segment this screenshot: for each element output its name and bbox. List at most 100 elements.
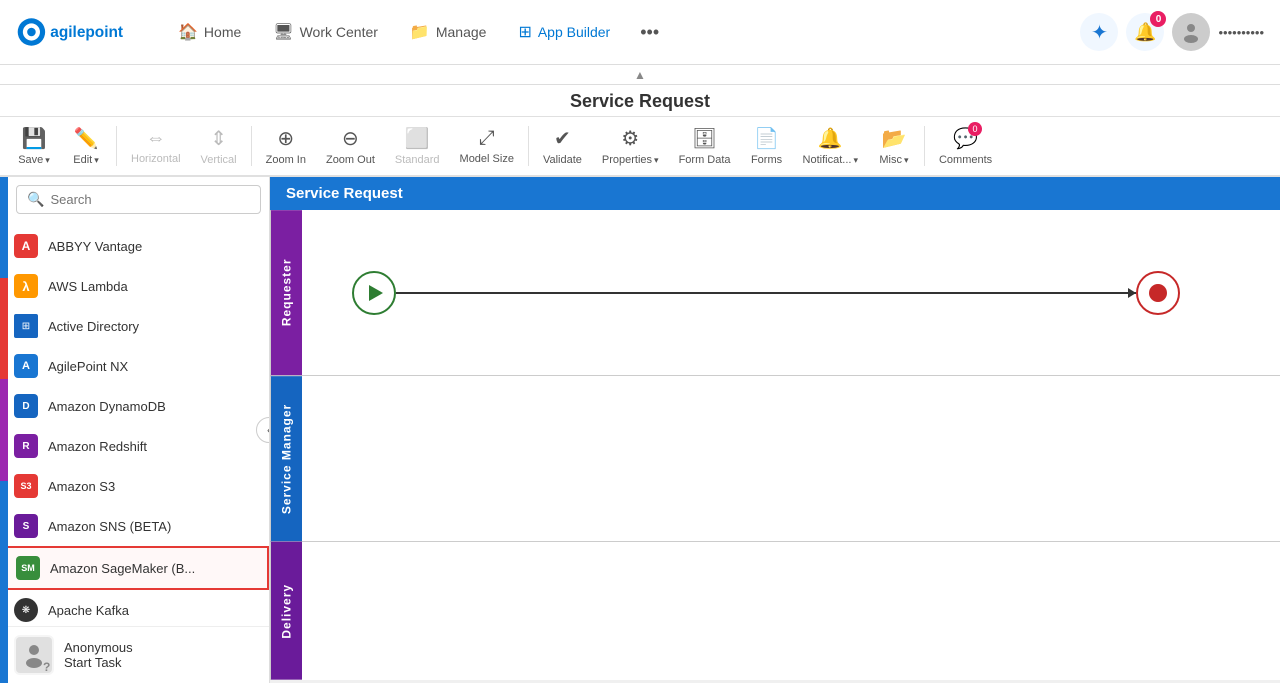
edit-icon: ✏️	[74, 126, 99, 151]
sns-icon: S	[14, 514, 38, 538]
misc-icon: 📂	[882, 126, 907, 151]
swim-lane-service-manager: Service Manager	[270, 376, 1280, 542]
color-bar-blue2	[0, 481, 8, 582]
zoom-out-button[interactable]: ⊖ Zoom Out	[316, 120, 385, 172]
nav-right: ✦ 🔔 0 ••••••••••	[1080, 13, 1264, 51]
redshift-icon: R	[14, 434, 38, 458]
forms-icon: 📄	[754, 126, 779, 151]
sidebar-item-redshift[interactable]: R Amazon Redshift	[0, 426, 269, 466]
sidebar-item-aws-lambda[interactable]: λ AWS Lambda	[0, 266, 269, 306]
nav-manage[interactable]: 📁 Manage	[396, 14, 501, 50]
search-box: 🔍	[16, 185, 261, 214]
vertical-icon: ⇕	[210, 126, 227, 151]
kafka-label: Apache Kafka	[48, 603, 129, 618]
notifications-badge: 0	[1150, 11, 1166, 27]
sidebar-item-sagemaker[interactable]: SM Amazon SageMaker (B...	[0, 546, 269, 590]
lane-content-requester[interactable]	[302, 210, 1280, 375]
sidebar-item-dynamodb[interactable]: D Amazon DynamoDB	[0, 386, 269, 426]
nav-items: 🏠 Home 🖥 Work Center 📁 Manage ⊞ App Buil…	[164, 14, 1072, 51]
color-bars	[0, 177, 8, 683]
user-name: ••••••••••	[1218, 25, 1264, 40]
zoom-out-icon: ⊖	[342, 126, 359, 151]
toolbar-sep-1	[116, 126, 117, 166]
sidebar-item-sns[interactable]: S Amazon SNS (BETA)	[0, 506, 269, 546]
page-title: Service Request	[0, 85, 1280, 117]
lane-content-service-manager[interactable]	[302, 376, 1280, 541]
flow-arrow	[396, 292, 1136, 294]
horizontal-button[interactable]: ⇔ Horizontal	[121, 121, 191, 171]
comments-icon: 💬 0	[953, 126, 978, 151]
sidebar-bottom-item[interactable]: ? Anonymous Start Task	[0, 626, 269, 683]
nav-more-button[interactable]: •••	[628, 14, 671, 51]
horizontal-label: Horizontal	[131, 153, 181, 165]
toolbar-sep-2	[251, 126, 252, 166]
misc-label: Misc ▾	[879, 154, 908, 166]
zoom-in-button[interactable]: ⊕ Zoom In	[256, 120, 316, 172]
lane-label-requester: Requester	[270, 210, 302, 375]
edit-label: Edit ▾	[73, 154, 99, 166]
comments-label: Comments	[939, 154, 992, 166]
standard-icon: ⬜	[405, 126, 430, 151]
nav-workcenter[interactable]: 🖥 Work Center	[259, 14, 392, 50]
sns-label: Amazon SNS (BETA)	[48, 519, 171, 534]
sidebar-item-active-directory[interactable]: ⊞ Active Directory	[0, 306, 269, 346]
validate-label: Validate	[543, 154, 582, 166]
model-size-label: Model Size	[460, 153, 514, 165]
model-size-button[interactable]: ⤢ Model Size	[450, 121, 524, 171]
sidebar-item-kafka[interactable]: ❋ Apache Kafka	[0, 590, 269, 626]
toolbar-sep-4	[924, 126, 925, 166]
notifications-toolbar-button[interactable]: 🔔 Notificat... ▾	[793, 120, 868, 172]
nav-home[interactable]: 🏠 Home	[164, 14, 255, 50]
nav-workcenter-label: Work Center	[300, 24, 378, 40]
toolbar: 💾 Save ▾ ✏️ Edit ▾ ⇔ Horizontal ⇕ Vertic…	[0, 117, 1280, 177]
agilepoint-nx-label: AgilePoint NX	[48, 359, 128, 374]
save-button[interactable]: 💾 Save ▾	[8, 120, 60, 172]
search-icon: 🔍	[27, 191, 44, 208]
nav-manage-label: Manage	[436, 24, 487, 40]
lane-label-delivery: Delivery	[270, 542, 302, 680]
search-input[interactable]	[50, 192, 250, 207]
form-data-label: Form Data	[679, 154, 731, 166]
sidebar-item-agilepoint-nx[interactable]: A AgilePoint NX	[0, 346, 269, 386]
misc-button[interactable]: 📂 Misc ▾	[868, 120, 920, 172]
comments-button[interactable]: 💬 0 Comments	[929, 120, 1002, 172]
form-data-button[interactable]: 🗄 Form Data	[669, 120, 741, 172]
kafka-icon: ❋	[14, 598, 38, 622]
properties-icon: ⚙	[621, 126, 639, 151]
sidebar-item-abbyy[interactable]: A ABBYY Vantage	[0, 226, 269, 266]
color-bar-purple	[0, 379, 8, 480]
ai-button[interactable]: ✦	[1080, 13, 1118, 51]
collapse-bar[interactable]: ▲	[0, 65, 1280, 85]
start-node[interactable]	[352, 271, 396, 315]
vertical-button[interactable]: ⇕ Vertical	[191, 120, 247, 172]
end-node[interactable]	[1136, 271, 1180, 315]
swim-lane-delivery: Delivery	[270, 542, 1280, 680]
bell-icon: 🔔	[818, 126, 843, 151]
form-data-icon: 🗄	[692, 126, 717, 151]
nav-appbuilder[interactable]: ⊞ App Builder	[504, 14, 624, 50]
swim-lane-requester: Requester	[270, 210, 1280, 376]
properties-button[interactable]: ⚙ Properties ▾	[592, 120, 669, 172]
nav-home-label: Home	[204, 24, 241, 40]
forms-label: Forms	[751, 154, 782, 166]
zoom-in-label: Zoom In	[266, 154, 306, 166]
lane-label-service-manager: Service Manager	[270, 376, 302, 541]
logo[interactable]: agilepoint	[16, 14, 136, 50]
svg-text:agilepoint: agilepoint	[50, 24, 123, 41]
zoom-out-label: Zoom Out	[326, 154, 375, 166]
canvas-body: Requester Service Manager	[270, 210, 1280, 680]
nav-appbuilder-label: App Builder	[538, 24, 610, 40]
home-icon: 🏠	[178, 22, 198, 42]
edit-button[interactable]: ✏️ Edit ▾	[60, 120, 112, 172]
validate-icon: ✔	[554, 126, 571, 151]
standard-button[interactable]: ⬜ Standard	[385, 120, 450, 172]
validate-button[interactable]: ✔ Validate	[533, 120, 592, 172]
color-bar-red	[0, 278, 8, 379]
notifications-button[interactable]: 🔔 0	[1126, 13, 1164, 51]
forms-button[interactable]: 📄 Forms	[741, 120, 793, 172]
dynamodb-label: Amazon DynamoDB	[48, 399, 166, 414]
standard-label: Standard	[395, 154, 440, 166]
avatar[interactable]	[1172, 13, 1210, 51]
lane-content-delivery[interactable]	[302, 542, 1280, 680]
sidebar-item-s3[interactable]: S3 Amazon S3	[0, 466, 269, 506]
